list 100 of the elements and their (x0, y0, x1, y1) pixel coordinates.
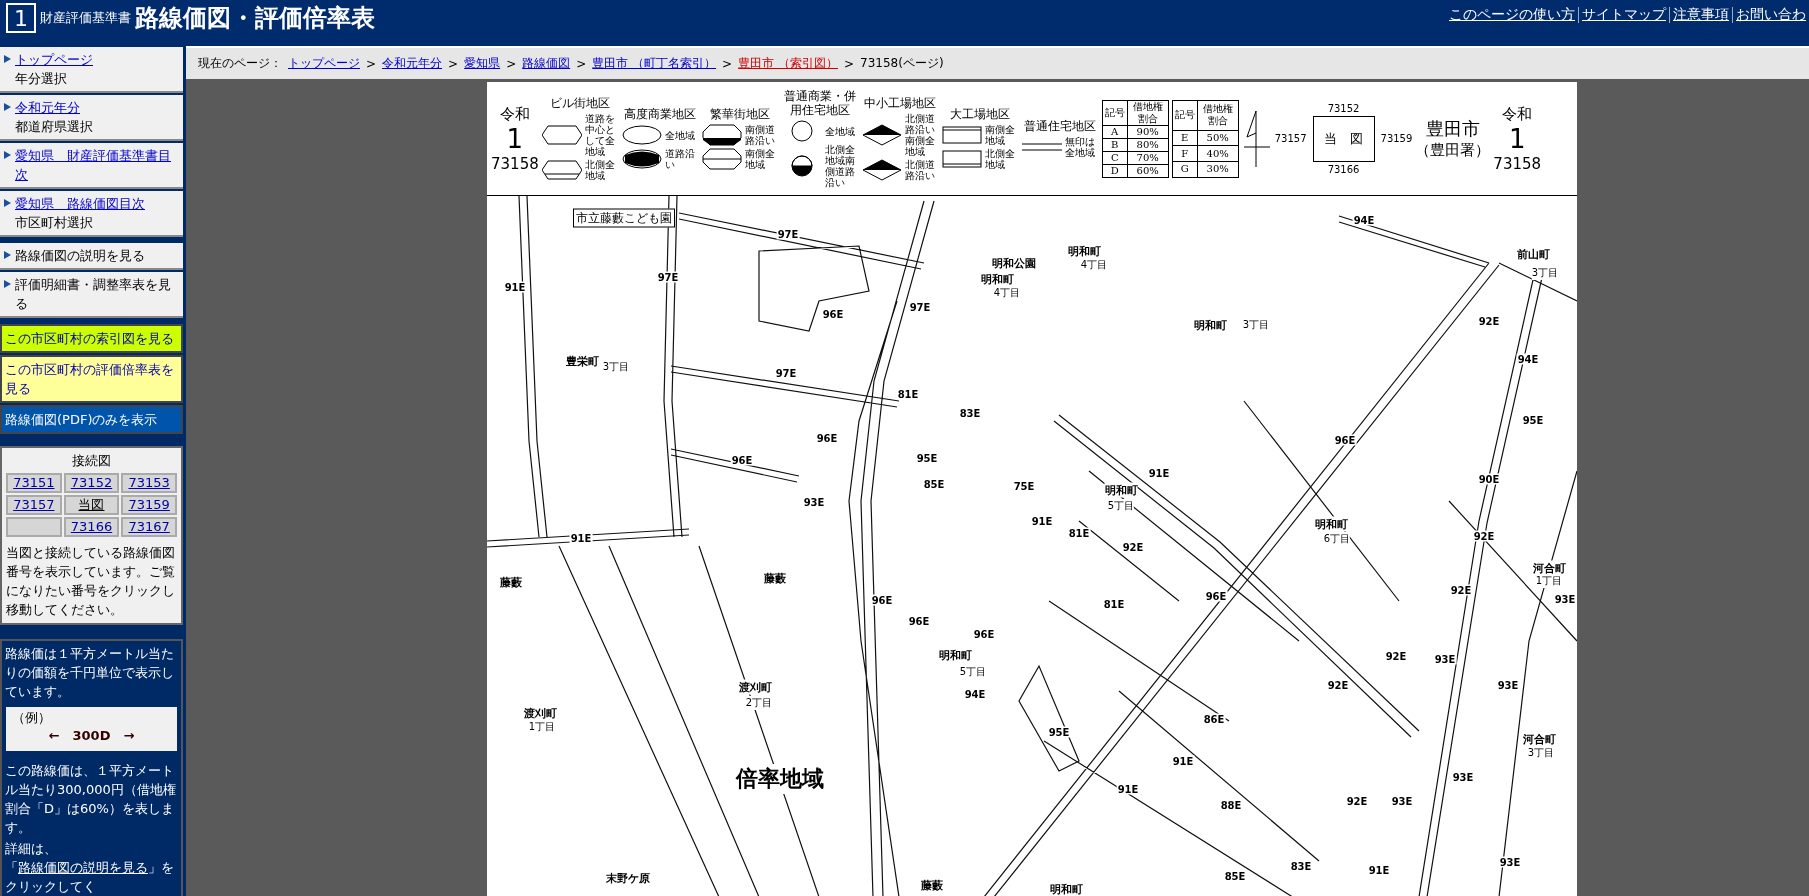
map-number-link[interactable]: 73159 (121, 495, 177, 515)
route-price-label: 94E (963, 688, 987, 700)
header-link[interactable]: サイトマップ (1579, 6, 1669, 24)
place-name: 豊栄町 (565, 353, 599, 369)
district-name: 繁華街地区 (709, 107, 772, 121)
breadcrumb-link[interactable]: 愛知県 (464, 55, 501, 72)
era-label: 令和 (499, 103, 530, 124)
index-map-button[interactable]: この市区町村の索引図を見る (0, 324, 183, 353)
triangle-icon (4, 199, 11, 207)
breadcrumb-link[interactable]: 令和元年分 (382, 55, 443, 72)
route-price-label: 96E (815, 432, 839, 444)
breadcrumb-link[interactable]: 豊田市 （索引図） (738, 55, 838, 72)
breadcrumb-separator: > (506, 56, 517, 71)
district-name: 大工場地区 (949, 107, 1012, 121)
sheet-number: 73158 (491, 153, 539, 174)
route-price-label: 83E (958, 407, 982, 419)
table-cell: 60% (1127, 164, 1169, 177)
diamond-icon (861, 159, 902, 181)
route-price-label: 95E (915, 452, 939, 464)
breadcrumb-link[interactable]: 豊田市 （町丁名索引） (592, 55, 717, 72)
place-name: 明和町 (1049, 881, 1083, 896)
table-cell: F (1172, 145, 1198, 162)
route-price-label: 93E (1433, 653, 1457, 665)
route-price-label: 92E (1345, 795, 1369, 807)
route-price-label: 93E (1498, 856, 1522, 868)
ellipse-icon (621, 124, 662, 146)
help-text: 当図と接続している路線価図番号を表示しています。ご覧になりたい番号をクリックし移動してください。 (6, 544, 176, 619)
district-note: 南側道路沿い (744, 124, 776, 146)
table-cell: A (1102, 125, 1128, 138)
table-cell: 70% (1127, 151, 1169, 164)
sidebar-link[interactable]: 愛知県 路線価図目次 (15, 194, 145, 213)
adjacent-map-number: 73166 (1327, 163, 1360, 175)
current-map-box: 当 図 (1312, 115, 1375, 162)
rate-table-button[interactable]: この市区町村の評価倍率表を見る (0, 355, 183, 403)
city-name: 豊田市 (1425, 117, 1480, 141)
route-price-label: 96E (907, 615, 931, 627)
header-link[interactable]: このページの使い方 (1446, 6, 1578, 24)
octagon-icon (701, 148, 742, 170)
route-price-label: 93E (1390, 795, 1414, 807)
adjacent-map-number: 73157 (1274, 133, 1307, 144)
sidebar-link[interactable]: 評価明細書・調整率表を見る (0, 272, 183, 318)
triangle-icon (4, 55, 11, 63)
map-number-link[interactable]: 73166 (63, 517, 120, 537)
example-label: （例） (12, 709, 52, 727)
place-name: 明和公園 (992, 255, 1036, 271)
rectangle-icon (941, 148, 982, 170)
breadcrumb-separator: > (576, 56, 587, 71)
header-link[interactable]: 注意事項 (1670, 6, 1732, 24)
map-number-link[interactable]: 73152 (63, 473, 120, 493)
district-note: 北側道路沿い南側全地域 (904, 113, 936, 157)
map-number-link[interactable]: 73153 (121, 473, 177, 493)
district-note: 無印は全地域 (1064, 136, 1096, 158)
logo-mark: 1 (6, 3, 36, 33)
route-price-label: 93E (802, 496, 826, 508)
district-number: 6丁目 (1323, 532, 1351, 546)
breadcrumb-link[interactable]: 路線価図 (522, 55, 571, 72)
map-number-link[interactable]: 73157 (6, 495, 62, 515)
place-name: 渡刈町 (523, 705, 557, 721)
district-note: 南側全地域 (744, 148, 776, 170)
district-name: 普通商業・併用住宅地区 (783, 89, 858, 117)
district-note: 全地域 (664, 129, 696, 141)
district-note: 北側全地域 (584, 159, 616, 181)
district-note: 北側全地域南側道路沿い (824, 144, 856, 188)
breadcrumb-link[interactable]: トップページ (288, 55, 360, 72)
table-header: 借地権割合 (1127, 100, 1169, 125)
route-price-label: 90E (1477, 473, 1501, 485)
triangle-icon (4, 251, 11, 259)
info-text: 路線価は１平方メートル当たりの価額を千円単位で表示しています。 (5, 645, 175, 701)
sidebar-link[interactable]: トップページ (15, 50, 93, 69)
district-name: 高度商業地区 (623, 107, 698, 121)
route-price-label: 93E (1496, 679, 1520, 691)
sidebar-link[interactable]: 路線価図の説明を見る (0, 243, 183, 270)
place-name: 藤藪 (921, 877, 943, 893)
place-name: 河合町 (1522, 731, 1556, 747)
header-link[interactable]: お問い合わ (1733, 6, 1809, 24)
place-name: 明和町 (1314, 516, 1348, 532)
place-name: 明和町 (1067, 243, 1101, 259)
route-price-label: 92E (1326, 679, 1350, 691)
breadcrumb-separator: > (722, 56, 733, 71)
route-price-label: 95E (1521, 414, 1545, 426)
district-note: 南側全地域 (984, 124, 1016, 146)
map-number-link[interactable]: 73167 (121, 517, 177, 537)
breadcrumb-separator: > (366, 56, 377, 71)
route-price-label: 88E (1219, 799, 1243, 811)
district-note: 全地域 (824, 125, 856, 137)
district-name: ビル街地区 (549, 96, 612, 110)
triangle-icon (4, 151, 11, 159)
pdf-only-button[interactable]: 路線価図(PDF)のみを表示 (0, 405, 183, 434)
info-text: この路線価は、１平方メートル当たり300,000円（借地権割合「D」は60%）を表します。 (5, 762, 177, 837)
table-cell: 90% (1127, 125, 1169, 138)
route-price-label: 81E (1067, 527, 1091, 539)
sidebar-link[interactable]: 愛知県 財産評価基準書目次 (15, 146, 179, 184)
site-subtitle: 財産評価基準書 (40, 9, 131, 27)
route-price-label: 93E (1553, 593, 1577, 605)
explanation-link[interactable]: 路線価図の説明を見る (18, 860, 148, 875)
table-header: 記号 (1102, 100, 1128, 125)
map-number-link[interactable]: 73151 (6, 473, 62, 493)
district-number: 1丁目 (528, 720, 556, 734)
sidebar-link[interactable]: 令和元年分 (15, 98, 80, 117)
info-text: 詳細は、「路線価図の説明を見る」をクリックしてく (5, 840, 175, 896)
